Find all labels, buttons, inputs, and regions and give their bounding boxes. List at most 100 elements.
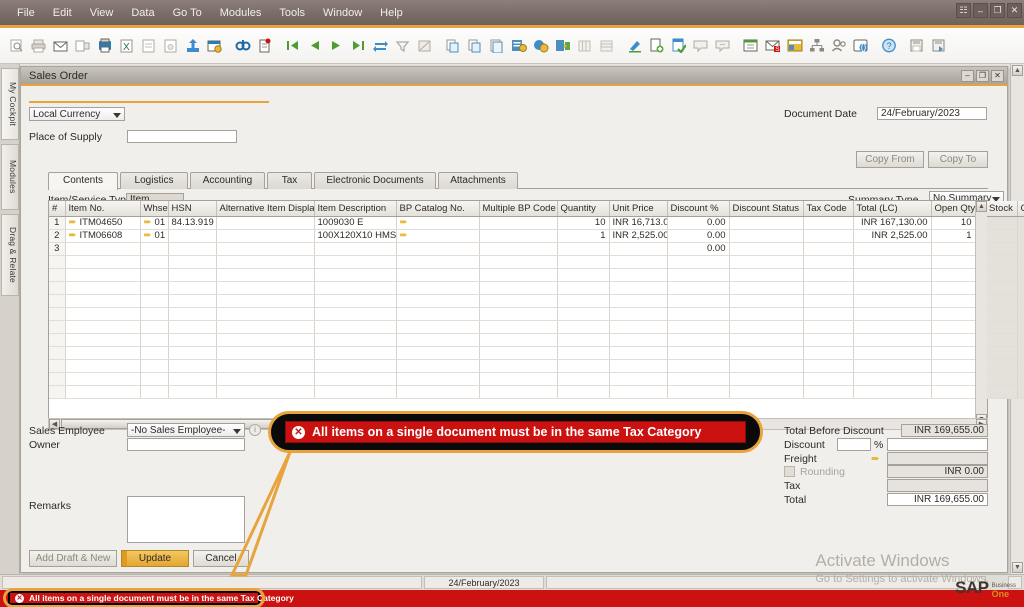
cell-multiple-bp-code[interactable] [479,229,558,243]
cell-tax-code[interactable] [803,242,854,256]
last-record-icon[interactable] [348,34,369,58]
preview-icon[interactable] [6,34,27,58]
export-excel-icon[interactable]: X [116,34,137,58]
table-row[interactable] [49,385,1024,399]
duplicate-icon[interactable] [486,34,507,58]
grid-scroll-up-icon[interactable]: ▲ [976,201,987,212]
cell-alternative-item-display[interactable] [216,242,315,256]
cell-item-no[interactable]: ➨ ITM06608 [65,229,141,243]
edit-icon[interactable] [624,34,645,58]
col-index[interactable]: # [49,201,66,217]
cell-item-description[interactable]: 1009030 E [314,216,397,230]
save-as-icon[interactable] [928,34,949,58]
col-bp-catalog-no[interactable]: BP Catalog No. [396,201,480,217]
sidebar-tab-modules[interactable]: Modules [1,144,19,210]
table-row[interactable] [49,281,1024,295]
cell-hsn[interactable]: 84.13.919 [168,216,217,230]
restore-all-icon[interactable]: ☷ [956,3,971,18]
cell-discount-pct[interactable]: 0.00 [667,242,730,256]
cell-total-lc[interactable] [853,242,932,256]
table-row[interactable] [49,268,1024,282]
choose-from-list-icon[interactable] [596,34,617,58]
help-icon[interactable]: ? [878,34,899,58]
tab-tax[interactable]: Tax [267,172,312,189]
discount-amount-input[interactable] [887,438,988,451]
email-icon[interactable] [50,34,71,58]
link-arrow-icon[interactable]: ➨ [400,217,408,228]
menu-item-file[interactable]: File [8,5,44,21]
col-hsn[interactable]: HSN [168,201,217,217]
table-row[interactable]: 1 ➨ ITM04650 ➨ 01 84.13.919 1009030 E ➨ … [49,216,1024,230]
cancel-button[interactable]: Cancel [193,550,249,567]
table-row[interactable] [49,307,1024,321]
cell-bp-catalog-no[interactable]: ➨ [396,216,480,230]
link-arrow-icon[interactable]: ➨ [144,217,152,228]
user-defined-values-icon[interactable] [530,34,551,58]
add-record-icon[interactable] [254,34,275,58]
previous-record-icon[interactable] [304,34,325,58]
copy-icon[interactable] [442,34,463,58]
organization-chart-icon[interactable] [806,34,827,58]
freight-link-arrow-icon[interactable]: ➨ [871,452,880,465]
cell-discount-status[interactable] [729,242,804,256]
menu-item-window[interactable]: Window [314,5,371,21]
copy-to-button[interactable]: Copy To [928,151,988,168]
cell-quantity[interactable] [557,242,610,256]
discount-percent-input[interactable] [837,438,871,451]
grid-scrollbar-vertical[interactable]: ▲ ▼ [975,201,987,425]
table-row[interactable] [49,372,1024,386]
owner-input[interactable] [127,438,245,451]
sales-order-maximize-icon[interactable]: ❐ [976,69,989,82]
cell-discount-status[interactable] [729,216,804,230]
message-icon[interactable] [690,34,711,58]
link-arrow-icon[interactable]: ➨ [69,217,77,228]
document-date-input[interactable]: 24/February/2023 [877,107,987,120]
cell-open-qty[interactable]: 10 [931,216,976,230]
cell-tax-code[interactable] [803,229,854,243]
export-pdf-icon[interactable] [160,34,181,58]
table-row[interactable] [49,333,1024,347]
minimize-icon[interactable]: – [973,3,988,18]
table-row[interactable]: 2 ➨ ITM06608 ➨ 01 100X120X10 HMSA10 ➨ 1 [49,229,1024,243]
menu-item-data[interactable]: Data [122,5,163,21]
cell-whse[interactable]: ➨ 01 [140,229,169,243]
save-draft-icon[interactable] [906,34,927,58]
sidebar-tab-my-cockpit[interactable]: My Cockpit [1,68,19,140]
update-button[interactable]: Update [121,550,189,567]
col-whse[interactable]: Whse [140,201,169,217]
tab-contents[interactable]: Contents [48,172,118,190]
cell-unit-price[interactable] [609,242,668,256]
scroll-down-icon[interactable]: ▼ [1012,562,1023,573]
col-quantity[interactable]: Quantity [557,201,610,217]
table-row[interactable] [49,346,1024,360]
cell-open-qty[interactable]: 1 [931,229,976,243]
rounding-checkbox[interactable] [784,466,795,477]
link-arrow-icon[interactable]: ➨ [400,230,408,241]
print-preview-icon[interactable] [94,34,115,58]
copy-from-button[interactable]: Copy From [856,151,924,168]
table-row[interactable] [49,294,1024,308]
col-discount-status[interactable]: Discount Status [729,201,804,217]
launch-application-icon[interactable] [182,34,203,58]
col-unit-price[interactable]: Unit Price [609,201,668,217]
sort-icon[interactable] [414,34,435,58]
calendar-icon[interactable] [740,34,761,58]
add-message-icon[interactable] [712,34,733,58]
user-defined-fields-icon[interactable] [508,34,529,58]
approve-document-icon[interactable] [668,34,689,58]
tab-electronic-documents[interactable]: Electronic Documents [314,172,436,189]
cell-hsn[interactable] [168,242,217,256]
col-alternative-item-display[interactable]: Alternative Item Display [216,201,315,217]
cell-item-no[interactable]: ➨ ITM04650 [65,216,141,230]
cell-tax-code[interactable] [803,216,854,230]
col-tax-code[interactable]: Tax Code [803,201,854,217]
cell-quantity[interactable]: 10 [557,216,610,230]
refresh-icon[interactable] [370,34,391,58]
sales-employee-selector[interactable]: -No Sales Employee- [127,423,245,437]
lock-screen-icon[interactable] [204,34,225,58]
tab-logistics[interactable]: Logistics [120,172,188,189]
filter-icon[interactable] [392,34,413,58]
cell-bp-catalog-no[interactable] [396,242,480,256]
export-icon[interactable] [72,34,93,58]
user-defined-objects-icon[interactable] [552,34,573,58]
